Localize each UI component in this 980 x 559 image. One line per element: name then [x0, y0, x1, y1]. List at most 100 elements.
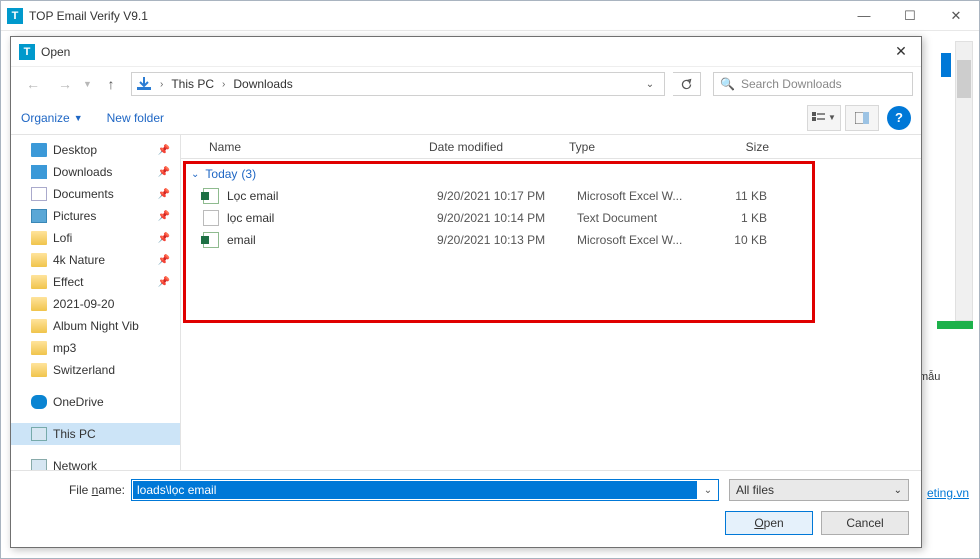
nav-item-2021-09-20[interactable]: 2021-09-20 — [11, 293, 180, 315]
pin-icon: 📌 — [158, 277, 170, 288]
file-row[interactable]: email9/20/2021 10:13 PMMicrosoft Excel W… — [191, 229, 911, 251]
organize-dropdown-icon[interactable]: ▼ — [74, 113, 83, 123]
close-button[interactable]: ✕ — [933, 1, 979, 31]
filename-input-wrap[interactable]: ⌄ — [131, 479, 719, 501]
column-headers[interactable]: Name Date modified Type Size — [181, 135, 921, 159]
pin-icon: 📌 — [158, 211, 170, 222]
dialog-title: Open — [41, 45, 881, 59]
nav-label: Network — [53, 459, 97, 470]
nav-item-switzerland[interactable]: Switzerland — [11, 359, 180, 381]
filter-label: All files — [736, 483, 774, 497]
search-input[interactable]: 🔍 Search Downloads — [713, 72, 913, 96]
file-type-filter[interactable]: All files ⌄ — [729, 479, 909, 501]
nav-item-documents[interactable]: Documents📌 — [11, 183, 180, 205]
nav-item-downloads[interactable]: Downloads 📌 — [11, 161, 180, 183]
app-icon: T — [7, 8, 23, 24]
filename-dropdown[interactable]: ⌄ — [698, 485, 718, 496]
view-mode-button[interactable]: ▼ — [807, 105, 841, 131]
organize-button[interactable]: Organize — [21, 111, 70, 125]
nav-label: Desktop — [53, 143, 97, 157]
file-row[interactable]: lọc email9/20/2021 10:14 PMText Document… — [191, 207, 911, 229]
onedrive-icon — [31, 395, 47, 409]
nav-item-lofi[interactable]: Lofi📌 — [11, 227, 180, 249]
nav-label: This PC — [53, 427, 96, 441]
file-size: 10 KB — [697, 233, 767, 247]
up-button[interactable]: ↑ — [99, 72, 123, 96]
nav-label: Downloads — [53, 165, 112, 179]
nav-item-pictures[interactable]: Pictures📌 — [11, 205, 180, 227]
forward-button[interactable]: → — [51, 70, 79, 98]
dialog-footer: File name: ⌄ All files ⌄ Open Cancel — [11, 470, 921, 547]
group-label: Today — [205, 167, 237, 181]
parent-titlebar: T TOP Email Verify V9.1 — ☐ ✕ — [1, 1, 979, 31]
breadcrumb-downloads[interactable]: Downloads — [233, 77, 292, 91]
col-type[interactable]: Type — [569, 140, 689, 154]
file-row[interactable]: Lọc email9/20/2021 10:17 PMMicrosoft Exc… — [191, 185, 911, 207]
pin-icon: 📌 — [158, 145, 170, 156]
refresh-button[interactable] — [673, 72, 701, 96]
folder-icon — [31, 231, 47, 245]
nav-item-effect[interactable]: Effect 📌 — [11, 271, 180, 293]
nav-item-mp3[interactable]: mp3 — [11, 337, 180, 359]
help-button[interactable]: ? — [887, 106, 911, 130]
nav-item-this-pc[interactable]: This PC — [11, 423, 180, 445]
downloads-icon — [31, 165, 47, 179]
parent-title: TOP Email Verify V9.1 — [29, 9, 841, 23]
filename-input[interactable] — [133, 481, 697, 499]
open-dialog: T Open ✕ ← → ▼ ↑ › This PC › Downloads ⌄… — [10, 36, 922, 548]
file-date: 9/20/2021 10:13 PM — [437, 233, 577, 247]
history-dropdown[interactable]: ▼ — [83, 79, 95, 89]
address-bar[interactable]: › This PC › Downloads ⌄ — [131, 72, 665, 96]
search-icon: 🔍 — [720, 77, 735, 91]
downloads-icon — [136, 77, 152, 91]
net-icon — [31, 459, 47, 470]
nav-label: 4k Nature — [53, 253, 105, 267]
cancel-button[interactable]: Cancel — [821, 511, 909, 535]
folder-icon — [31, 363, 47, 377]
bg-progress — [937, 321, 973, 329]
dialog-close-button[interactable]: ✕ — [881, 37, 921, 67]
group-today[interactable]: ⌄ Today (3) — [191, 165, 911, 185]
breadcrumb-this-pc[interactable]: This PC — [171, 77, 214, 91]
nav-label: Album Night Vib — [53, 319, 139, 333]
bg-sample-button[interactable]: mẫu — [919, 371, 969, 391]
col-name[interactable]: Name — [209, 140, 429, 154]
bg-link[interactable]: eting.vn — [927, 486, 969, 500]
dialog-app-icon: T — [19, 44, 35, 60]
navigation-pane[interactable]: Desktop📌Downloads📌Documents📌Pictures📌Lof… — [11, 135, 181, 470]
txt-file-icon — [203, 210, 219, 226]
file-type: Microsoft Excel W... — [577, 189, 697, 203]
col-date[interactable]: Date modified — [429, 140, 569, 154]
col-size[interactable]: Size — [689, 140, 769, 154]
pin-icon: 📌 — [158, 167, 170, 178]
nav-item-4k-nature[interactable]: 4k Nature📌 — [11, 249, 180, 271]
nav-label: Switzerland — [53, 363, 115, 377]
back-button[interactable]: ← — [19, 70, 47, 98]
nav-item-album-night-vib[interactable]: Album Night Vib — [11, 315, 180, 337]
filename-label: File name: — [23, 483, 131, 497]
minimize-button[interactable]: — — [841, 1, 887, 31]
folder-icon — [31, 275, 47, 289]
preview-pane-button[interactable] — [845, 105, 879, 131]
pc-icon — [31, 427, 47, 441]
nav-item-onedrive[interactable]: OneDrive — [11, 391, 180, 413]
new-folder-button[interactable]: New folder — [107, 111, 164, 125]
maximize-button[interactable]: ☐ — [887, 1, 933, 31]
search-placeholder: Search Downloads — [741, 77, 842, 91]
nav-label: mp3 — [53, 341, 76, 355]
file-size: 11 KB — [697, 189, 767, 203]
chevron-down-icon: ⌄ — [894, 485, 902, 496]
bg-scrollbar[interactable] — [955, 41, 973, 321]
address-dropdown[interactable]: ⌄ — [640, 79, 660, 90]
group-count: (3) — [241, 167, 256, 181]
nav-label: Documents — [53, 187, 114, 201]
open-button[interactable]: Open — [725, 511, 813, 535]
nav-label: 2021-09-20 — [53, 297, 114, 311]
nav-label: Effect — [53, 275, 83, 289]
xls-file-icon — [203, 232, 219, 248]
file-date: 9/20/2021 10:14 PM — [437, 211, 577, 225]
file-date: 9/20/2021 10:17 PM — [437, 189, 577, 203]
folder-icon — [31, 319, 47, 333]
nav-item-desktop[interactable]: Desktop 📌 — [11, 139, 180, 161]
nav-item-network[interactable]: Network — [11, 455, 180, 470]
